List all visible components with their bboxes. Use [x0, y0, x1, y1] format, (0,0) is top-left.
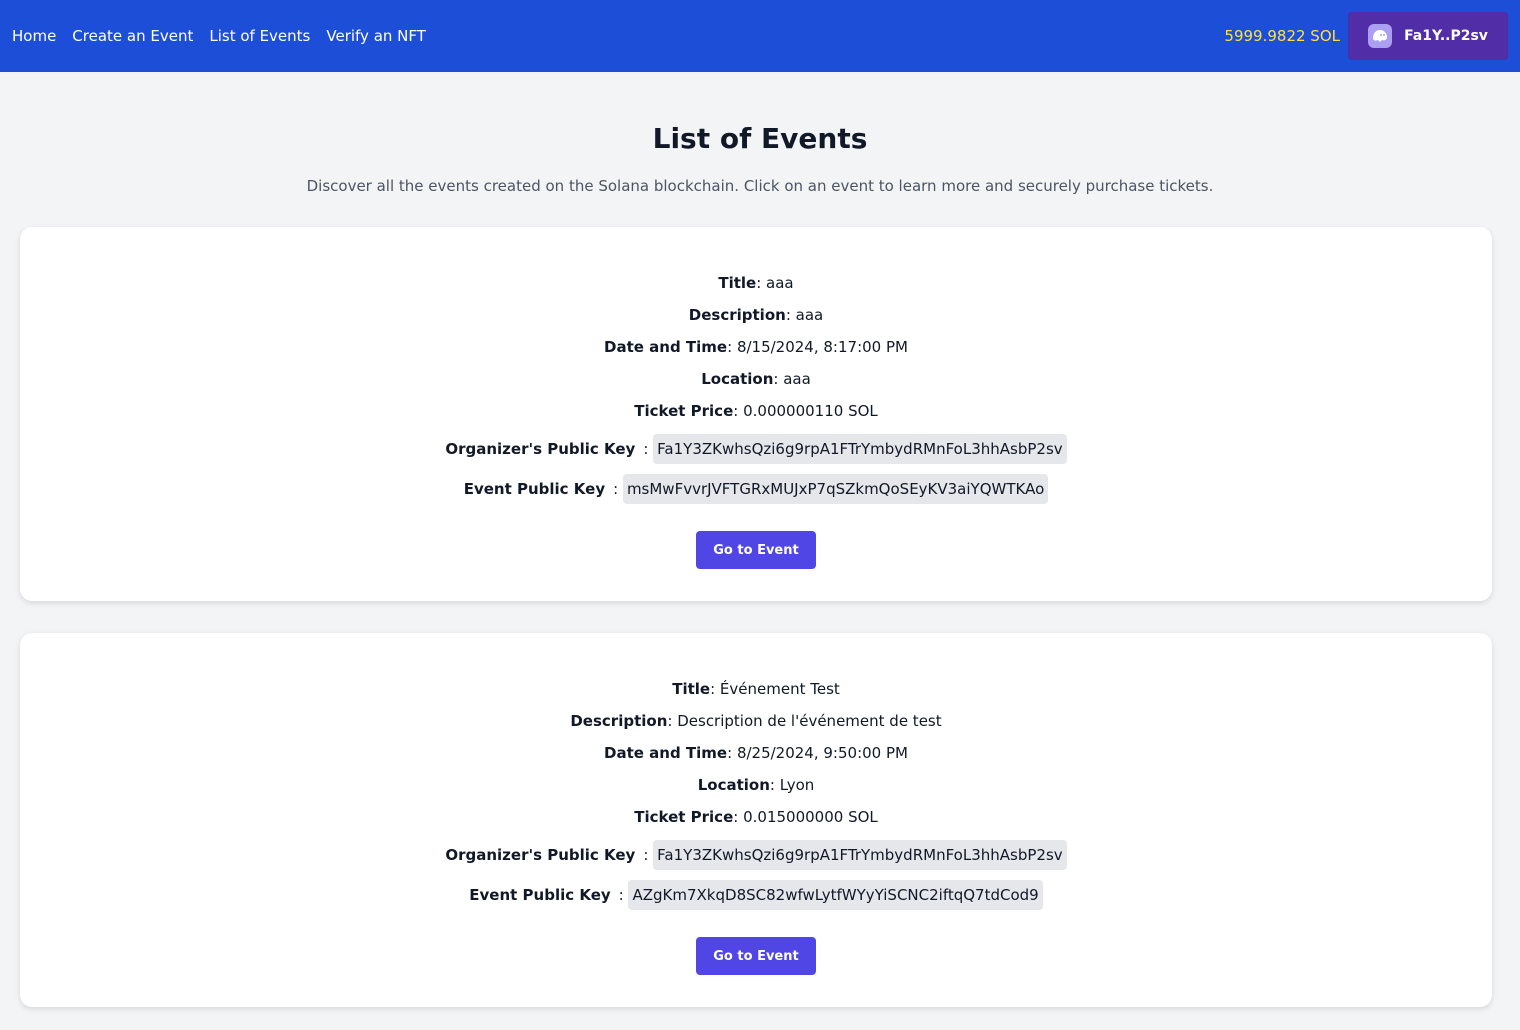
event-title-row: Title: Événement Test: [672, 680, 840, 698]
event-location-value: aaa: [783, 370, 811, 388]
go-to-event-button[interactable]: Go to Event: [696, 937, 816, 975]
event-key-row: Event Public Key: AZgKm7XkqD8SC82wfwLytf…: [469, 877, 1043, 913]
event-key-label: Event Public Key: [469, 886, 611, 904]
navbar: Home Create an Event List of Events Veri…: [0, 0, 1520, 72]
page-title: List of Events: [652, 122, 868, 155]
event-price-value: 0.015000000 SOL: [743, 808, 878, 826]
event-description-label: Description: [688, 306, 786, 324]
nav-verify-nft-link[interactable]: Verify an NFT: [326, 27, 426, 45]
event-key-value: msMwFvvrJVFTGRxMUJxP7qSZkmQoSEyKV3aiYQWT…: [622, 474, 1049, 504]
nav-create-event-link[interactable]: Create an Event: [72, 27, 193, 45]
event-date-value: 8/25/2024, 9:50:00 PM: [736, 744, 908, 762]
go-to-event-button[interactable]: Go to Event: [696, 531, 816, 569]
event-description-row: Description: aaa: [688, 306, 824, 324]
event-date-label: Date and Time: [604, 338, 728, 356]
organizer-key-row: Organizer's Public Key: Fa1Y3ZKwhsQzi6g9…: [445, 837, 1067, 873]
event-location-row: Location: Lyon: [697, 776, 815, 794]
event-title-value: Événement Test: [719, 680, 840, 698]
event-description-value: aaa: [795, 306, 824, 324]
sol-balance: 5999.9822 SOL: [1224, 27, 1340, 45]
event-description-row: Description: Description de l'événement …: [570, 712, 942, 730]
nav-home-link[interactable]: Home: [12, 27, 56, 45]
organizer-key-value: Fa1Y3ZKwhsQzi6g9rpA1FTrYmbydRMnFoL3hhAsb…: [653, 434, 1067, 464]
nav-right: 5999.9822 SOL Fa1Y..P2sv: [1224, 12, 1508, 60]
event-price-value: 0.000000110 SOL: [743, 402, 878, 420]
event-title-row: Title: aaa: [718, 274, 794, 292]
event-list: Title: aaa Description: aaa Date and Tim…: [0, 227, 1520, 1007]
nav-list-events-link[interactable]: List of Events: [209, 27, 310, 45]
organizer-key-label: Organizer's Public Key: [445, 846, 636, 864]
event-date-row: Date and Time: 8/25/2024, 9:50:00 PM: [604, 744, 908, 762]
organizer-key-label: Organizer's Public Key: [445, 440, 636, 458]
event-location-value: Lyon: [779, 776, 815, 794]
event-description-value: Description de l'événement de test: [677, 712, 942, 730]
organizer-key-value: Fa1Y3ZKwhsQzi6g9rpA1FTrYmbydRMnFoL3hhAsb…: [653, 840, 1067, 870]
event-description-label: Description: [570, 712, 668, 730]
wallet-button[interactable]: Fa1Y..P2sv: [1348, 12, 1508, 60]
event-key-label: Event Public Key: [463, 480, 606, 498]
event-price-label: Ticket Price: [634, 402, 734, 420]
event-key-row: Event Public Key: msMwFvvrJVFTGRxMUJxP7q…: [464, 471, 1049, 507]
event-location-label: Location: [697, 776, 770, 794]
event-title-label: Title: [672, 680, 711, 698]
event-key-value: AZgKm7XkqD8SC82wfwLytfWYyYiSCNC2iftqQ7td…: [628, 880, 1043, 910]
event-date-value: 8/15/2024, 8:17:00 PM: [736, 338, 908, 356]
nav-links: Home Create an Event List of Events Veri…: [12, 27, 426, 45]
event-location-row: Location: aaa: [701, 370, 811, 388]
page-subtitle: Discover all the events created on the S…: [306, 177, 1214, 195]
phantom-wallet-icon: [1368, 24, 1393, 48]
event-price-label: Ticket Price: [634, 808, 734, 826]
event-date-row: Date and Time: 8/15/2024, 8:17:00 PM: [604, 338, 908, 356]
organizer-key-row: Organizer's Public Key: Fa1Y3ZKwhsQzi6g9…: [445, 431, 1067, 467]
event-date-label: Date and Time: [604, 744, 728, 762]
event-price-row: Ticket Price: 0.015000000 SOL: [634, 808, 878, 826]
wallet-address-label: Fa1Y..P2sv: [1404, 28, 1488, 44]
event-location-label: Location: [701, 370, 774, 388]
event-card: Title: Événement Test Description: Descr…: [20, 633, 1492, 1007]
event-price-row: Ticket Price: 0.000000110 SOL: [634, 402, 878, 420]
event-title-label: Title: [718, 274, 757, 292]
event-card: Title: aaa Description: aaa Date and Tim…: [20, 227, 1492, 601]
event-title-value: aaa: [766, 274, 794, 292]
